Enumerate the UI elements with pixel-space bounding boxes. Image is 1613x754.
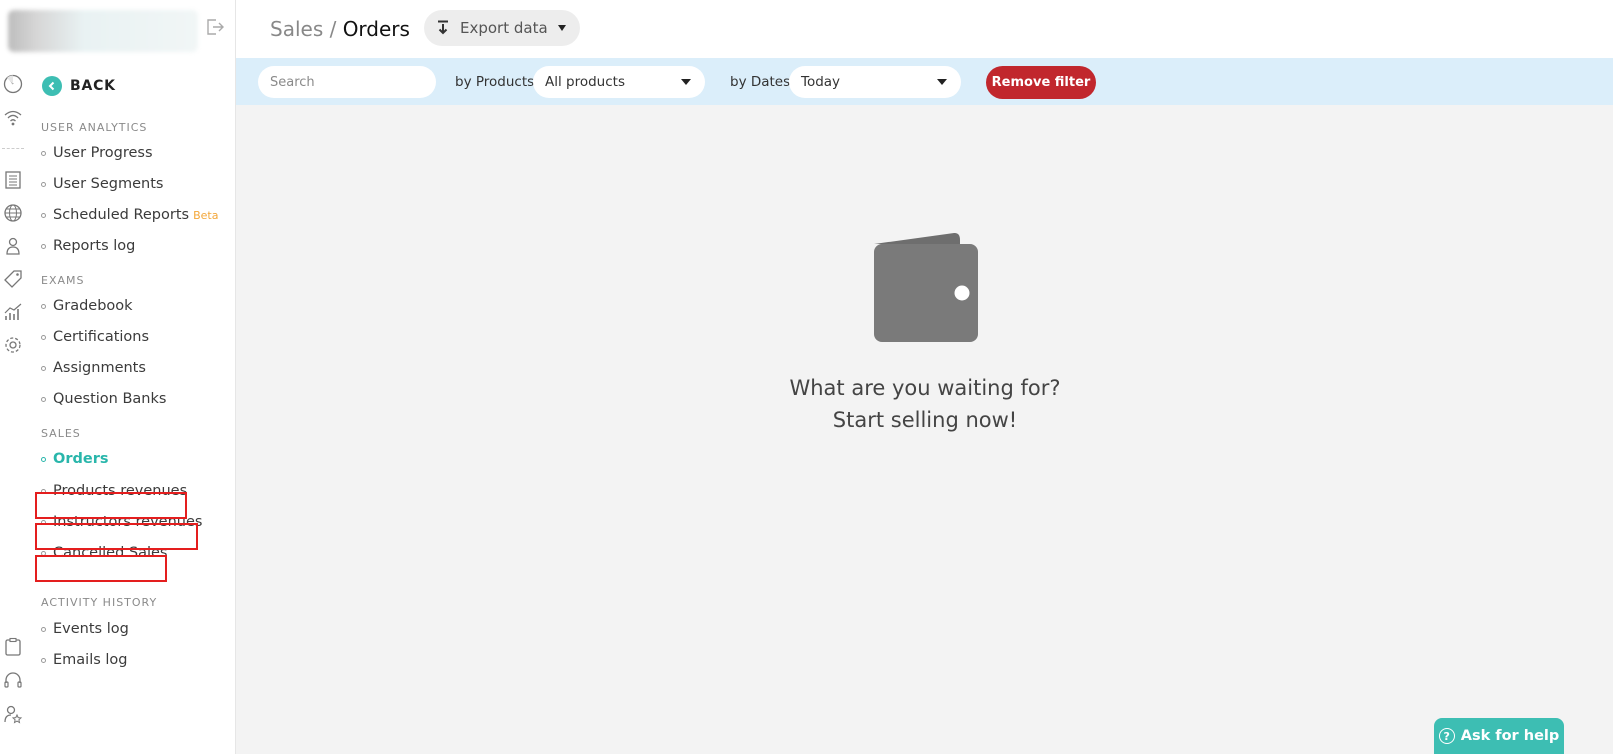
sidebar-item-user-progress[interactable]: User Progress — [41, 142, 153, 164]
bullet — [41, 626, 46, 632]
item-label: Reports log — [53, 238, 136, 254]
wifi-icon[interactable] — [0, 104, 26, 130]
logout-icon[interactable] — [204, 16, 226, 38]
item-label: Emails log — [53, 652, 128, 668]
sidebar-item-scheduled-reports[interactable]: Scheduled Reports Beta — [41, 204, 218, 226]
breadcrumb: Sales / Orders — [270, 17, 410, 41]
highlight-box-instructors-revenues — [35, 523, 198, 550]
clipboard-icon[interactable] — [0, 634, 26, 660]
sidebar-item-gradebook[interactable]: Gradebook — [41, 295, 133, 317]
blurred-logo — [8, 10, 198, 52]
bullet — [41, 150, 46, 156]
caret-down-icon — [681, 79, 691, 85]
item-label: Scheduled Reports — [53, 207, 190, 223]
empty-state-line1: What are you waiting for? — [789, 376, 1061, 400]
bullet — [41, 657, 46, 663]
help-icon: ? — [1438, 728, 1455, 744]
bullet — [41, 181, 46, 187]
item-label: Events log — [53, 621, 129, 637]
headset-icon[interactable] — [0, 668, 26, 694]
filter-bar: by Products: All products by Dates: Toda… — [236, 58, 1613, 105]
breadcrumb-parent[interactable]: Sales — [270, 17, 323, 41]
sidebar-item-orders[interactable]: Orders — [41, 448, 108, 470]
empty-state-line2: Start selling now! — [832, 408, 1018, 432]
remove-filter-button[interactable]: Remove filter — [986, 66, 1096, 99]
sidebar: BACK USER ANALYTICS User Progress User S… — [8, 0, 236, 754]
gear-icon[interactable] — [0, 332, 26, 358]
caret-down-icon — [937, 79, 947, 85]
user-icon[interactable] — [0, 233, 26, 259]
bullet — [41, 243, 46, 249]
section-exams: EXAMS — [41, 274, 85, 287]
page-header: Sales / Orders Export data — [236, 0, 1613, 58]
dates-select-value: Today — [801, 74, 841, 90]
globe-icon[interactable] — [0, 200, 26, 226]
sidebar-item-user-segments[interactable]: User Segments — [41, 173, 163, 195]
chevron-left-icon — [42, 76, 62, 96]
sidebar-item-assignments[interactable]: Assignments — [41, 357, 146, 379]
back-button[interactable]: BACK — [42, 76, 116, 96]
ask-for-help-button[interactable]: ? Ask for help — [1434, 718, 1564, 754]
sidebar-item-events-log[interactable]: Events log — [41, 618, 129, 640]
bullet — [41, 303, 46, 309]
page-title: Orders — [342, 17, 410, 41]
dashboard-icon[interactable] — [0, 71, 26, 97]
highlight-box-products-revenues — [35, 492, 187, 519]
export-data-label: Export data — [460, 19, 548, 37]
section-activity-history: ACTIVITY HISTORY — [41, 596, 158, 609]
user-star-icon[interactable] — [0, 701, 26, 727]
ask-for-help-label: Ask for help — [1460, 728, 1560, 744]
document-list-icon[interactable] — [0, 167, 26, 193]
sidebar-item-emails-log[interactable]: Emails log — [41, 649, 128, 671]
item-label: Certifications — [53, 329, 150, 345]
icon-rail — [0, 0, 30, 754]
products-filter-label: by Products: — [455, 74, 539, 90]
item-label: User Segments — [53, 176, 164, 192]
item-label: Gradebook — [53, 298, 133, 314]
tag-icon[interactable] — [0, 266, 26, 292]
caret-down-icon — [557, 25, 566, 31]
sidebar-item-question-banks[interactable]: Question Banks — [41, 388, 166, 410]
bullet — [41, 334, 46, 340]
breadcrumb-separator: / — [323, 17, 343, 41]
item-label: User Progress — [53, 145, 153, 161]
search-input[interactable] — [258, 66, 436, 98]
wallet-icon — [874, 232, 978, 342]
item-label: Question Banks — [53, 391, 167, 407]
dates-filter-label: by Dates: — [730, 74, 795, 90]
export-data-button[interactable]: Export data — [424, 10, 580, 46]
products-select[interactable]: All products — [533, 66, 705, 98]
brand-area — [8, 0, 236, 58]
sidebar-item-reports-log[interactable]: Reports log — [41, 235, 135, 257]
highlight-box-cancelled-sales — [35, 555, 167, 582]
section-user-analytics: USER ANALYTICS — [41, 121, 148, 134]
section-sales: SALES — [41, 427, 81, 440]
download-icon — [438, 20, 448, 35]
bullet — [41, 212, 46, 218]
dates-select[interactable]: Today — [789, 66, 961, 98]
products-select-value: All products — [545, 74, 625, 90]
sidebar-item-certifications[interactable]: Certifications — [41, 326, 149, 348]
bullet — [41, 396, 46, 402]
item-label: Orders — [53, 451, 109, 467]
beta-badge: Beta — [193, 208, 219, 222]
analytics-chart-icon[interactable] — [0, 299, 26, 325]
bullet — [41, 456, 46, 462]
rail-divider — [2, 148, 24, 149]
bullet — [41, 365, 46, 371]
item-label: Assignments — [53, 360, 146, 376]
back-label: BACK — [70, 78, 116, 94]
